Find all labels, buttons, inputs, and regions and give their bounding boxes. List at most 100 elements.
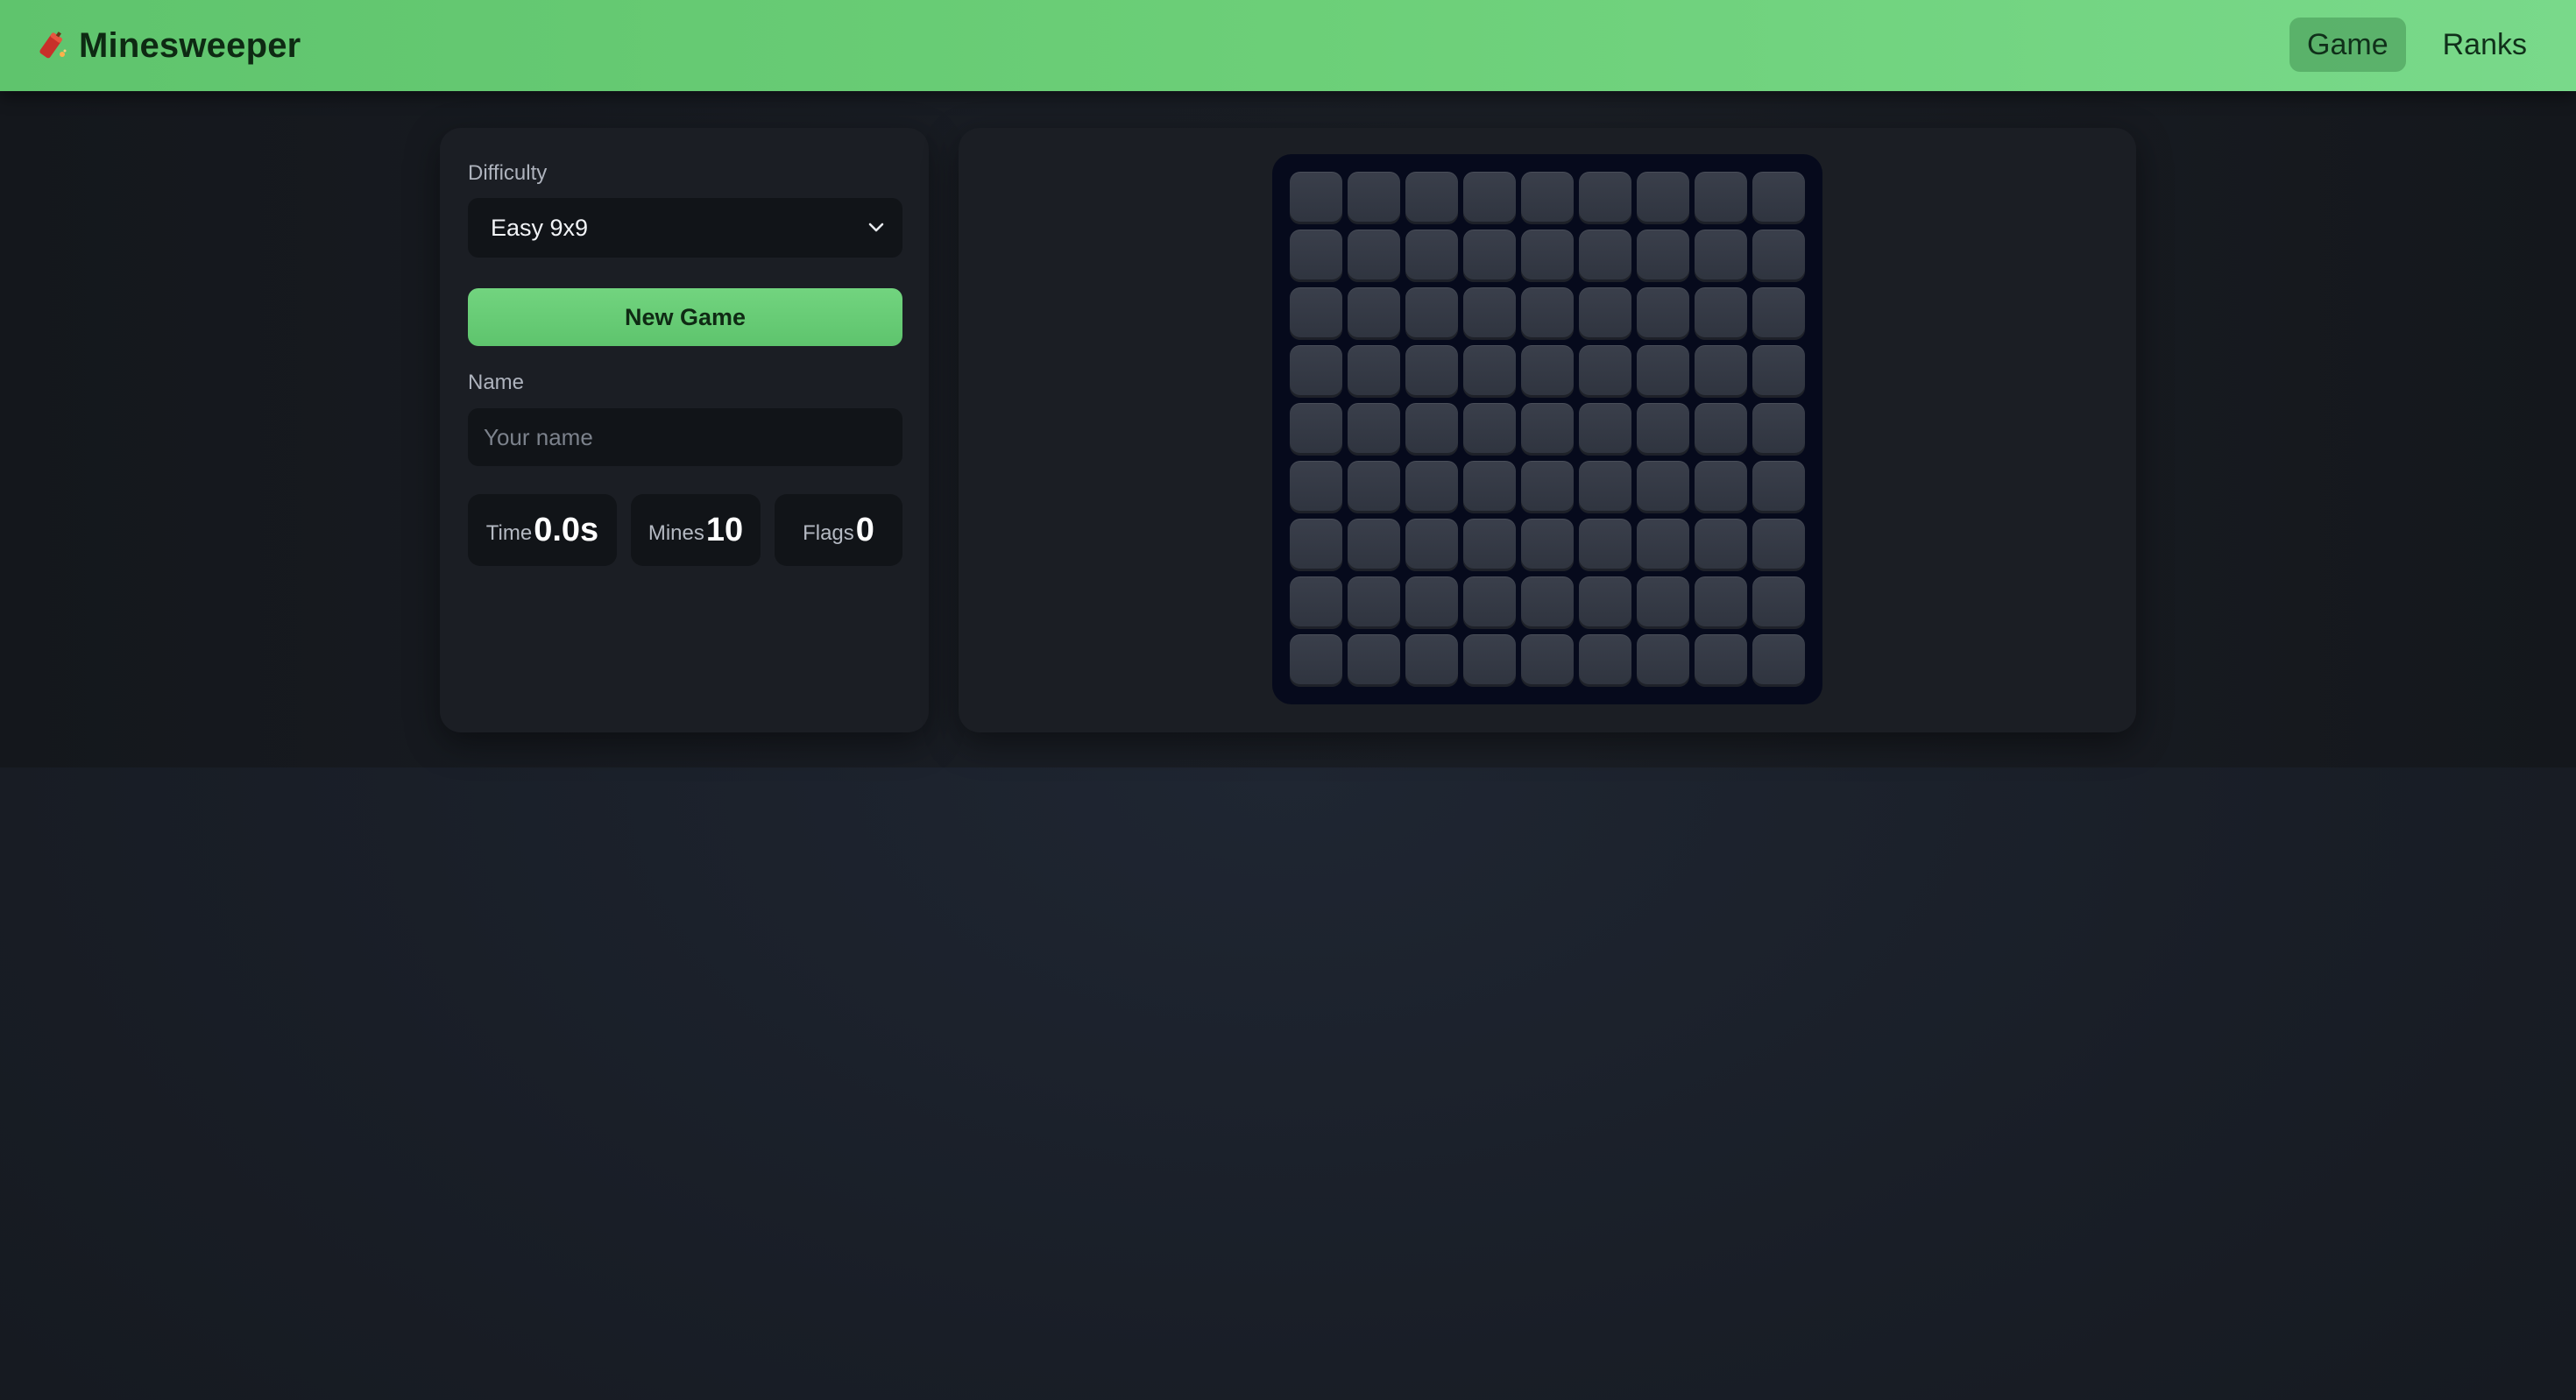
board-cell[interactable]: [1348, 634, 1400, 687]
board-cell[interactable]: [1579, 230, 1631, 282]
board-cell[interactable]: [1405, 172, 1458, 224]
board-cell[interactable]: [1463, 403, 1516, 456]
board-cell[interactable]: [1463, 172, 1516, 224]
board-cell[interactable]: [1348, 519, 1400, 571]
board-cell[interactable]: [1348, 576, 1400, 629]
board-cell[interactable]: [1695, 461, 1747, 513]
board-cell[interactable]: [1695, 172, 1747, 224]
board-cell[interactable]: [1348, 461, 1400, 513]
board-cell[interactable]: [1579, 576, 1631, 629]
board-cell[interactable]: [1579, 403, 1631, 456]
board-cell[interactable]: [1463, 461, 1516, 513]
board-cell[interactable]: [1463, 576, 1516, 629]
board-cell[interactable]: [1695, 403, 1747, 456]
board-cell[interactable]: [1405, 230, 1458, 282]
time-stat: Time 0.0s: [468, 494, 617, 566]
board-cell[interactable]: [1463, 230, 1516, 282]
board-cell[interactable]: [1405, 519, 1458, 571]
board-cell[interactable]: [1521, 461, 1574, 513]
board-cell[interactable]: [1348, 230, 1400, 282]
board-cell[interactable]: [1695, 230, 1747, 282]
board-cell[interactable]: [1463, 634, 1516, 687]
board-cell[interactable]: [1405, 403, 1458, 456]
mines-label: Mines: [648, 521, 704, 545]
board-cell[interactable]: [1405, 634, 1458, 687]
board-cell[interactable]: [1637, 634, 1689, 687]
app-title: Minesweeper: [79, 25, 301, 65]
board-cell[interactable]: [1521, 634, 1574, 687]
board-cell[interactable]: [1521, 519, 1574, 571]
new-game-button[interactable]: New Game: [468, 288, 902, 346]
board-cell[interactable]: [1290, 403, 1342, 456]
board-cell[interactable]: [1752, 576, 1805, 629]
board-cell[interactable]: [1752, 403, 1805, 456]
board-cell[interactable]: [1752, 287, 1805, 340]
brand[interactable]: Minesweeper: [33, 19, 301, 72]
board-cell[interactable]: [1348, 345, 1400, 398]
board-cell[interactable]: [1695, 345, 1747, 398]
board-cell[interactable]: [1637, 461, 1689, 513]
board-cell[interactable]: [1521, 576, 1574, 629]
board-cell[interactable]: [1405, 345, 1458, 398]
mines-stat: Mines 10: [631, 494, 761, 566]
board-cell[interactable]: [1579, 519, 1631, 571]
board-cell[interactable]: [1348, 172, 1400, 224]
board-cell[interactable]: [1405, 287, 1458, 340]
board-cell[interactable]: [1290, 576, 1342, 629]
board-cell[interactable]: [1637, 576, 1689, 629]
board-cell[interactable]: [1695, 519, 1747, 571]
board-cell[interactable]: [1521, 172, 1574, 224]
nav-ranks[interactable]: Ranks: [2425, 18, 2544, 72]
board-cell[interactable]: [1521, 403, 1574, 456]
board-cell[interactable]: [1521, 287, 1574, 340]
board-cell[interactable]: [1752, 634, 1805, 687]
flags-stat: Flags 0: [775, 494, 902, 566]
board-cell[interactable]: [1637, 230, 1689, 282]
board-cell[interactable]: [1463, 287, 1516, 340]
difficulty-select[interactable]: Easy 9x9: [468, 198, 902, 258]
board-cell[interactable]: [1579, 345, 1631, 398]
board-cell[interactable]: [1579, 287, 1631, 340]
time-label: Time: [485, 521, 533, 545]
board-cell[interactable]: [1290, 461, 1342, 513]
time-value: 0.0s: [534, 511, 599, 548]
board-cell[interactable]: [1752, 461, 1805, 513]
board-cell[interactable]: [1579, 634, 1631, 687]
board-cell[interactable]: [1348, 287, 1400, 340]
board-cell[interactable]: [1637, 287, 1689, 340]
minefield-grid: [1272, 154, 1822, 704]
nav-game[interactable]: Game: [2289, 18, 2406, 72]
name-label: Name: [468, 371, 525, 394]
board-cell[interactable]: [1521, 345, 1574, 398]
board-cell[interactable]: [1637, 172, 1689, 224]
top-bar: Minesweeper Game Ranks: [0, 0, 2576, 91]
board-cell[interactable]: [1290, 345, 1342, 398]
board-cell[interactable]: [1695, 576, 1747, 629]
board-cell[interactable]: [1579, 461, 1631, 513]
board-cell[interactable]: [1463, 519, 1516, 571]
board-cell[interactable]: [1290, 172, 1342, 224]
board-cell[interactable]: [1290, 287, 1342, 340]
board-cell[interactable]: [1637, 345, 1689, 398]
board-cell[interactable]: [1290, 634, 1342, 687]
board-cell[interactable]: [1290, 519, 1342, 571]
board-cell[interactable]: [1521, 230, 1574, 282]
board-cell[interactable]: [1405, 461, 1458, 513]
board-cell[interactable]: [1405, 576, 1458, 629]
board-cell[interactable]: [1637, 403, 1689, 456]
board-cell[interactable]: [1752, 519, 1805, 571]
difficulty-label: Difficulty: [468, 161, 548, 185]
board-cell[interactable]: [1348, 403, 1400, 456]
board-cell[interactable]: [1695, 634, 1747, 687]
board-cell[interactable]: [1752, 230, 1805, 282]
board-cell[interactable]: [1290, 230, 1342, 282]
board-cell[interactable]: [1752, 172, 1805, 224]
chevron-down-icon: [867, 222, 885, 234]
board-cell[interactable]: [1463, 345, 1516, 398]
board-cell[interactable]: [1752, 345, 1805, 398]
board-cell[interactable]: [1579, 172, 1631, 224]
board-cell[interactable]: [1695, 287, 1747, 340]
board-panel: [959, 128, 2136, 732]
board-cell[interactable]: [1637, 519, 1689, 571]
name-input[interactable]: [468, 408, 902, 466]
